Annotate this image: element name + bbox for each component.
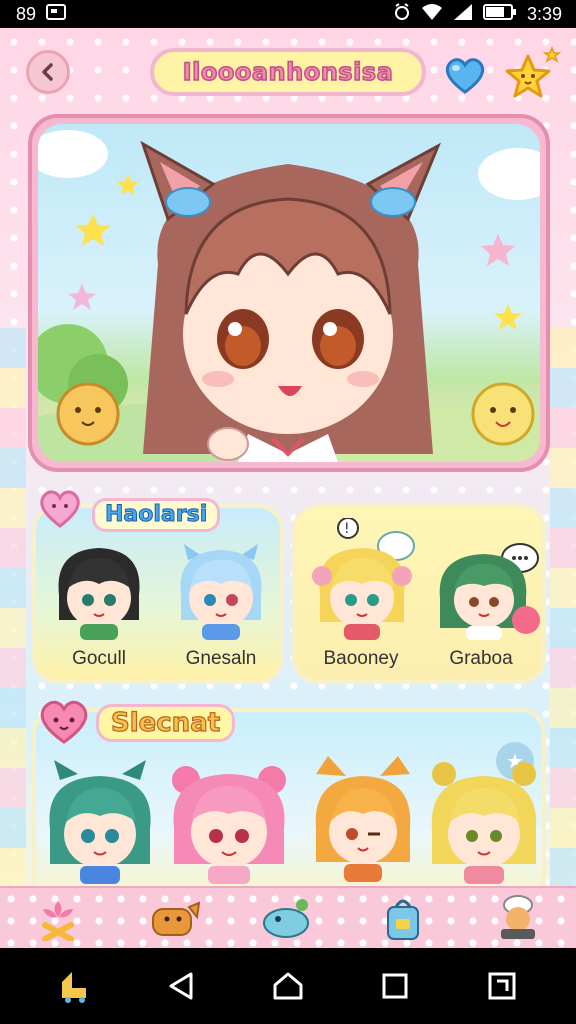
tab-flower[interactable]: [28, 890, 88, 946]
pink-heart-icon: [40, 490, 80, 528]
status-left-text: 89: [16, 3, 37, 24]
wifi-icon: [421, 3, 443, 26]
photo-icon: [46, 3, 67, 25]
heart-icon: [445, 58, 485, 94]
orange-hair-character-icon: [315, 756, 411, 882]
app-shortcut-button[interactable]: [49, 961, 99, 1011]
character-card[interactable]: [40, 754, 160, 888]
character-name: Graboa: [449, 648, 513, 669]
hero-scene: [38, 124, 540, 462]
status-bar: 89 3:39: [0, 0, 576, 28]
flower-icon: [41, 901, 74, 941]
section-title-third: Slecnat: [96, 704, 236, 742]
system-nav-bar: [0, 948, 576, 1024]
chef-icon: [501, 895, 536, 939]
page-title: Iloooanhonsisa: [182, 57, 394, 87]
tab-dino[interactable]: [258, 890, 318, 946]
tab-backpack[interactable]: [373, 890, 433, 946]
nav-home-button[interactable]: [263, 961, 313, 1011]
character-name: Gocull: [72, 648, 126, 669]
star-icon: [505, 45, 562, 98]
back-triangle-icon: [169, 972, 193, 1000]
chevron-left-icon: [42, 63, 53, 81]
character-card[interactable]: !: [306, 517, 418, 646]
app-screen: Iloooanhonsisa Haolarsi Gocull Gnesaln !…: [0, 28, 576, 948]
left-stripe-decoration: [0, 328, 26, 948]
dino-icon: [262, 899, 309, 938]
character-name: Baooney: [323, 648, 399, 669]
dog-icon: [151, 901, 201, 936]
tab-chef[interactable]: [488, 890, 548, 946]
nav-screenshot-button[interactable]: [477, 961, 527, 1011]
character-card[interactable]: [44, 540, 154, 644]
section-title-first: Haolarsi: [92, 498, 221, 532]
character-card[interactable]: [166, 540, 276, 644]
black-hair-character-icon: [58, 548, 140, 640]
character-card[interactable]: [430, 528, 542, 646]
bottom-tab-bar: [0, 886, 576, 948]
svg-text:!: !: [344, 521, 350, 537]
hero-girl-illustration: [38, 130, 540, 462]
yellow-hair-character-icon: [431, 762, 537, 884]
screenshot-icon: [488, 972, 516, 1000]
home-icon: [273, 972, 303, 1000]
blonde-hair-character-icon: !: [312, 517, 415, 640]
favorite-button[interactable]: [442, 54, 488, 96]
app-icon: [61, 972, 86, 1003]
app-header: Iloooanhonsisa: [0, 42, 576, 106]
pink-heart-icon: [40, 700, 88, 744]
character-card[interactable]: [164, 750, 294, 888]
alarm-icon: [393, 2, 411, 26]
battery-icon: [482, 3, 517, 26]
title-pill: Iloooanhonsisa: [150, 48, 426, 96]
backpack-icon: [387, 899, 420, 940]
status-time: 3:39: [526, 3, 562, 24]
character-name: Gnesaln: [185, 648, 257, 669]
nav-back-button[interactable]: [156, 961, 206, 1011]
signal-icon: [453, 3, 473, 26]
right-stripe-decoration: [550, 328, 576, 948]
teal-hair-character-icon: [49, 760, 151, 884]
recent-icon: [382, 973, 408, 999]
tab-dog[interactable]: [143, 890, 203, 946]
character-card[interactable]: [424, 754, 544, 888]
green-hair-character-icon: [439, 543, 540, 640]
blue-hair-character-icon: [180, 544, 262, 640]
nav-recent-button[interactable]: [370, 961, 420, 1011]
pink-hair-character-icon: [172, 766, 286, 884]
hero-banner[interactable]: [28, 114, 550, 472]
star-button[interactable]: [500, 45, 564, 106]
back-button[interactable]: [26, 50, 70, 94]
character-card[interactable]: [308, 750, 418, 888]
